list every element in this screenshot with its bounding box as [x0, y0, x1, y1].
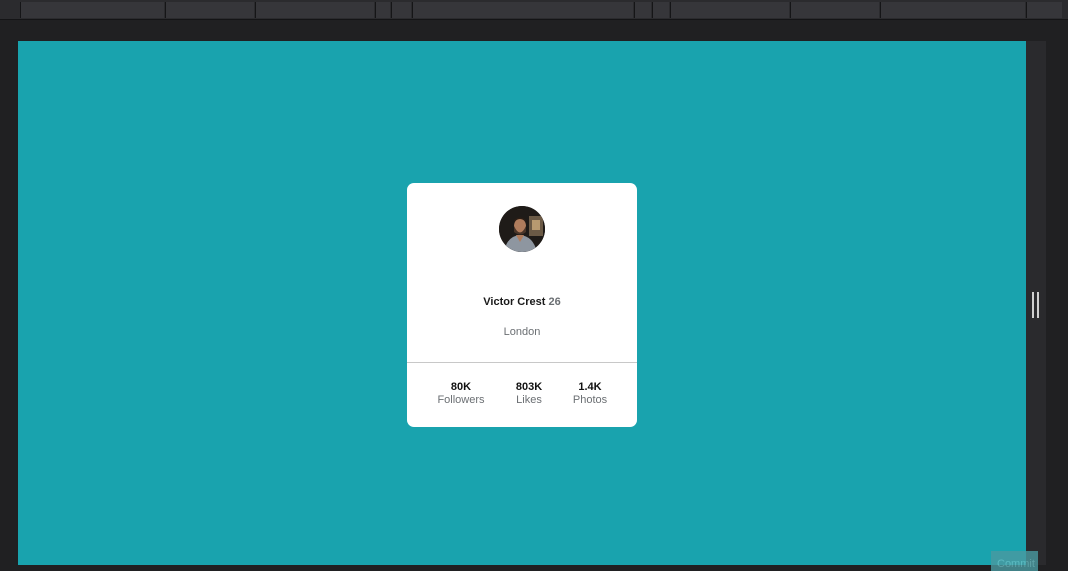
profile-name: Victor Crest — [483, 296, 546, 308]
stat-likes: 803K Likes — [494, 381, 564, 407]
toolbar-tab[interactable] — [634, 2, 651, 18]
toolbar-tab[interactable] — [790, 2, 879, 18]
toolbar-tab[interactable] — [880, 2, 1025, 18]
profile-stats: 80K Followers 803K Likes 1.4K Photos — [407, 381, 637, 411]
toolbar-tab[interactable] — [1026, 2, 1062, 18]
toolbar-tab[interactable] — [375, 2, 390, 18]
toolbar-tab[interactable] — [652, 2, 669, 18]
stat-value: 803K — [515, 381, 543, 393]
resize-handle[interactable] — [1032, 292, 1039, 318]
stat-followers: 80K Followers — [426, 381, 496, 407]
profile-name-line: Victor Crest 26 — [407, 296, 637, 308]
toolbar-tab[interactable] — [670, 2, 789, 18]
commit-button[interactable]: Commit — [991, 551, 1038, 571]
stat-value: 1.4K — [578, 381, 602, 393]
profile-city: London — [503, 326, 541, 338]
stat-label: Likes — [516, 394, 542, 406]
avatar-photo-icon — [499, 206, 545, 252]
toolbar-tab[interactable] — [391, 2, 411, 18]
toolbar-tab[interactable] — [165, 2, 254, 18]
avatar — [499, 206, 545, 252]
editor-toolbar — [0, 0, 1068, 20]
stat-label: Photos — [572, 394, 608, 406]
stat-photos: 1.4K Photos — [555, 381, 625, 407]
toolbar-tab[interactable] — [255, 2, 374, 18]
toolbar-tab[interactable] — [412, 2, 633, 18]
profile-card: Victor Crest 26 London 80K Followers 803… — [407, 183, 637, 427]
stat-label: Followers — [437, 394, 485, 406]
divider — [407, 362, 637, 363]
profile-age: 26 — [548, 296, 561, 308]
toolbar-tab[interactable] — [20, 2, 164, 18]
stat-value: 80K — [450, 381, 472, 393]
